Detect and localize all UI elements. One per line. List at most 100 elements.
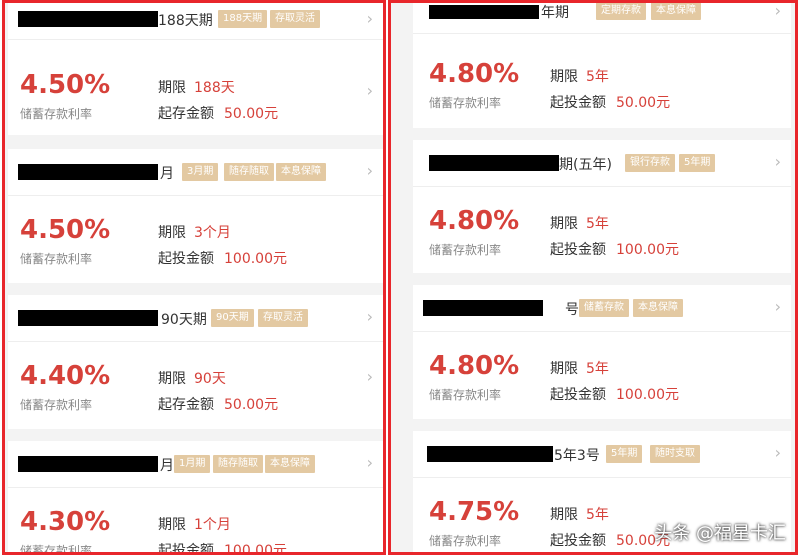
- product-title: 期(五年): [559, 157, 612, 173]
- min-amount-value: 50.00元: [616, 95, 671, 111]
- product-card-header[interactable]: 年期 定期存款 本息保障 ›: [413, 3, 791, 34]
- watermark: 头条 @福星卡汇: [654, 523, 786, 544]
- product-card-header[interactable]: 期(五年) 银行存款 5年期 ›: [413, 140, 791, 187]
- term-label: 期限: [158, 517, 186, 533]
- product-tag: 90天期: [211, 309, 254, 327]
- product-title: 90天期: [161, 312, 207, 328]
- redacted-name: [429, 5, 539, 19]
- product-card[interactable]: 期(五年) 银行存款 5年期 › 4.80% 储蓄存款利率 期限 5年 起投金额…: [413, 140, 791, 273]
- product-card[interactable]: 月 3月期 随存随取 本息保障 › 4.50% 储蓄存款利率 期限 3个月 起投…: [8, 149, 383, 283]
- product-card[interactable]: 号 储蓄存款 本息保障 › 4.80% 储蓄存款利率 期限 5年 起投金额 10…: [413, 285, 791, 419]
- term-label: 期限: [158, 371, 186, 387]
- product-title: 年期: [541, 5, 569, 21]
- term-label: 期限: [550, 361, 578, 377]
- product-title: 月: [160, 458, 174, 474]
- interest-rate: 4.40%: [20, 361, 111, 391]
- interest-rate: 4.80%: [429, 351, 520, 381]
- term-value: 3个月: [194, 225, 231, 241]
- redacted-name: [18, 11, 158, 27]
- product-tag: 随存随取: [213, 455, 263, 473]
- term-label: 期限: [550, 216, 578, 232]
- term-value: 188天: [194, 80, 235, 96]
- interest-rate: 4.50%: [20, 70, 111, 100]
- min-amount-label: 起存金额: [158, 106, 214, 122]
- rate-caption: 储蓄存款利率: [429, 388, 502, 402]
- term-value: 5年: [586, 69, 609, 85]
- product-title: 5年3号: [554, 448, 600, 464]
- chevron-right-icon[interactable]: ›: [367, 367, 373, 386]
- min-amount-label: 起投金额: [550, 95, 606, 111]
- interest-rate: 4.80%: [429, 206, 520, 236]
- chevron-right-icon[interactable]: ›: [367, 81, 373, 100]
- product-tag: 1月期: [174, 455, 211, 473]
- product-title: 号: [565, 302, 579, 318]
- product-tag: 银行存款: [625, 154, 675, 172]
- chevron-right-icon[interactable]: ›: [775, 443, 781, 462]
- product-tag: 本息保障: [276, 163, 326, 181]
- left-screenshot-panel: 188天期 188天期 存取灵活 › 4.50% 储蓄存款利率 期限 188天 …: [2, 0, 386, 555]
- interest-rate: 4.75%: [429, 497, 520, 527]
- min-amount-label: 起投金额: [158, 251, 214, 267]
- product-card-header[interactable]: 90天期 90天期 存取灵活 ›: [8, 295, 383, 342]
- rate-caption: 储蓄存款利率: [429, 96, 502, 110]
- chevron-right-icon[interactable]: ›: [367, 9, 373, 28]
- product-tag: 188天期: [218, 10, 268, 28]
- redacted-name: [423, 300, 543, 316]
- chevron-right-icon[interactable]: ›: [775, 297, 781, 316]
- product-title: 188天期: [158, 13, 213, 29]
- product-card[interactable]: 90天期 90天期 存取灵活 › 4.40% 储蓄存款利率 期限 90天 起存金…: [8, 295, 383, 429]
- product-tag: 储蓄存款: [579, 299, 629, 317]
- product-tag: 5年期: [679, 154, 716, 172]
- rate-caption: 储蓄存款利率: [429, 534, 502, 548]
- product-card[interactable]: 月 1月期 随存随取 本息保障 › 4.30% 储蓄存款利率 期限 1个月 起投…: [8, 441, 383, 555]
- rate-caption: 储蓄存款利率: [20, 398, 93, 412]
- term-value: 5年: [586, 216, 609, 232]
- term-label: 期限: [550, 69, 578, 85]
- term-value: 1个月: [194, 517, 231, 533]
- product-card-header[interactable]: 号 储蓄存款 本息保障 ›: [413, 285, 791, 332]
- term-value: 5年: [586, 507, 609, 523]
- term-label: 期限: [550, 507, 578, 523]
- min-amount-label: 起投金额: [158, 543, 214, 555]
- chevron-right-icon[interactable]: ›: [775, 3, 781, 20]
- rate-caption: 储蓄存款利率: [20, 544, 93, 555]
- min-amount-value: 50.00元: [224, 397, 279, 413]
- right-screenshot-panel: 年期 定期存款 本息保障 › 4.80% 储蓄存款利率 期限 5年 起投金额 5…: [388, 0, 798, 555]
- term-value: 5年: [586, 361, 609, 377]
- product-card-header[interactable]: 月 1月期 随存随取 本息保障 ›: [8, 441, 383, 488]
- product-title: 月: [160, 166, 174, 182]
- term-value: 90天: [194, 371, 226, 387]
- interest-rate: 4.80%: [429, 59, 520, 89]
- product-tag: 存取灵活: [270, 10, 320, 28]
- product-card-header[interactable]: 5年3号 5年期 随时支取 ›: [413, 431, 791, 478]
- product-card[interactable]: 年期 定期存款 本息保障 › 4.80% 储蓄存款利率 期限 5年 起投金额 5…: [413, 3, 791, 128]
- chevron-right-icon[interactable]: ›: [775, 152, 781, 171]
- product-card-header[interactable]: 188天期 188天期 存取灵活 ›: [8, 3, 383, 40]
- term-label: 期限: [158, 80, 186, 96]
- chevron-right-icon[interactable]: ›: [367, 453, 373, 472]
- min-amount-value: 100.00元: [616, 387, 679, 403]
- redacted-name: [427, 446, 553, 462]
- product-tag: 3月期: [182, 163, 219, 181]
- chevron-right-icon[interactable]: ›: [367, 307, 373, 326]
- product-card[interactable]: 188天期 188天期 存取灵活 › 4.50% 储蓄存款利率 期限 188天 …: [8, 3, 383, 135]
- product-tag: 本息保障: [651, 3, 701, 20]
- min-amount-value: 100.00元: [224, 251, 287, 267]
- interest-rate: 4.50%: [20, 215, 111, 245]
- rate-caption: 储蓄存款利率: [429, 243, 502, 257]
- product-tag: 本息保障: [633, 299, 683, 317]
- chevron-right-icon[interactable]: ›: [367, 161, 373, 180]
- interest-rate: 4.30%: [20, 507, 111, 537]
- rate-caption: 储蓄存款利率: [20, 252, 93, 266]
- min-amount-label: 起投金额: [550, 387, 606, 403]
- product-card-header[interactable]: 月 3月期 随存随取 本息保障 ›: [8, 149, 383, 196]
- product-tag: 存取灵活: [258, 309, 308, 327]
- product-tag: 随时支取: [650, 445, 700, 463]
- product-tag: 5年期: [606, 445, 643, 463]
- redacted-name: [18, 456, 158, 472]
- min-amount-label: 起存金额: [158, 397, 214, 413]
- redacted-name: [429, 155, 559, 171]
- redacted-name: [18, 310, 158, 326]
- min-amount-value: 50.00元: [224, 106, 279, 122]
- min-amount-label: 起投金额: [550, 242, 606, 258]
